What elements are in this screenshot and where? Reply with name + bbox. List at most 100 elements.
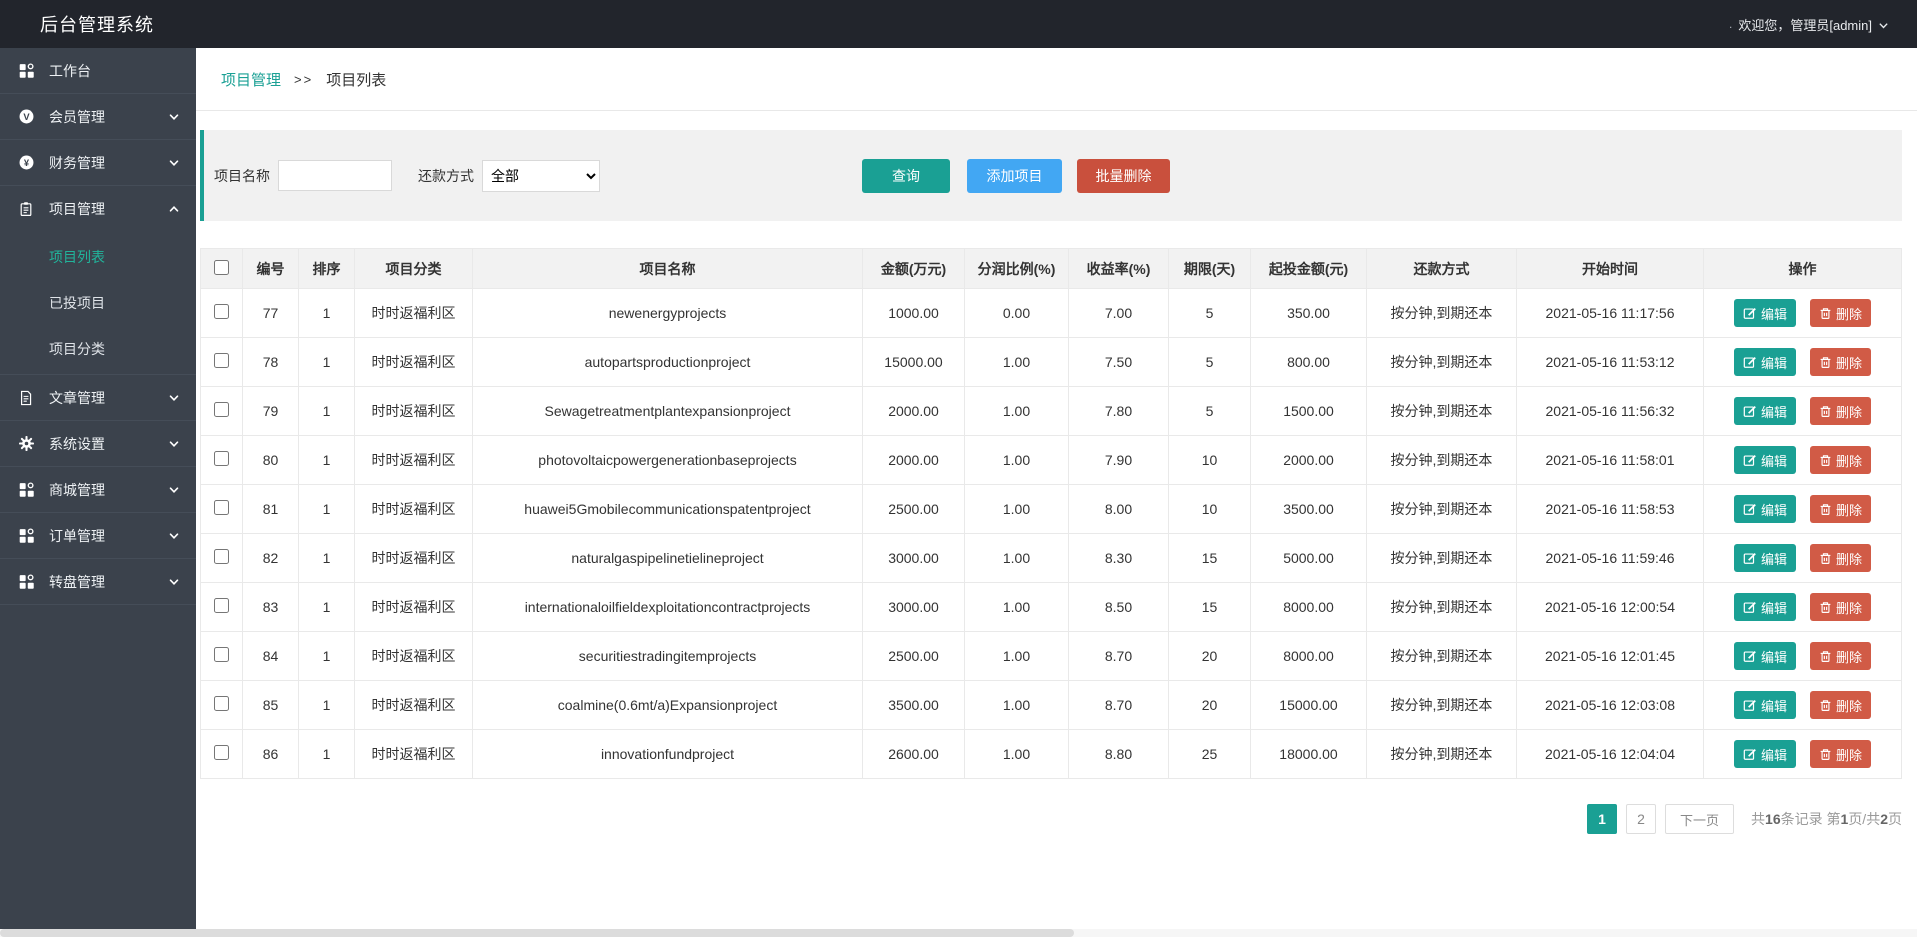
add-project-button[interactable]: 添加项目 — [967, 158, 1062, 193]
sidebar-item-articles[interactable]: 文章管理 — [0, 375, 196, 421]
cell-name: internationaloilfieldexploitationcontrac… — [472, 582, 863, 632]
trash-icon — [1820, 503, 1831, 515]
cell-category: 时时返福利区 — [354, 435, 473, 485]
delete-button-label: 删除 — [1836, 698, 1863, 714]
edit-button-label: 编辑 — [1760, 306, 1787, 322]
table-row: 83 1 时时返福利区 internationaloilfieldexploitati… — [200, 582, 1902, 632]
table-row: 85 1 时时返福利区 coalmine(0.6mt/a)Expansionproje… — [200, 680, 1902, 730]
edit-button[interactable]: 编辑 — [1733, 642, 1796, 670]
page-button-1[interactable]: 1 — [1587, 804, 1618, 834]
row-checkbox[interactable] — [214, 647, 229, 662]
cell-start_time: 2021-05-16 11:59:46 — [1516, 533, 1704, 583]
edit-button[interactable]: 编辑 — [1733, 397, 1796, 425]
edit-button[interactable]: 编辑 — [1733, 446, 1796, 474]
delete-button[interactable]: 删除 — [1810, 593, 1872, 621]
cell-ratio: 1.00 — [964, 337, 1069, 387]
chevron-down-icon — [169, 113, 179, 120]
row-checkbox[interactable] — [214, 745, 229, 760]
cell-id: 86 — [242, 729, 299, 779]
edit-pencil-icon — [1743, 700, 1756, 711]
row-checkbox[interactable] — [214, 451, 229, 466]
edit-pencil-icon — [1743, 504, 1756, 515]
cell-start_time: 2021-05-16 12:01:45 — [1516, 631, 1704, 681]
chevron-down-icon — [169, 394, 179, 401]
next-page-button[interactable]: 下一页 — [1665, 804, 1735, 834]
cell-term: 20 — [1168, 631, 1251, 681]
cell-checkbox — [200, 533, 243, 583]
cell-sort: 1 — [298, 631, 355, 681]
page-button-2[interactable]: 2 — [1626, 804, 1657, 834]
repay-method-select[interactable]: 全部 — [482, 159, 600, 192]
horizontal-scrollbar[interactable] — [0, 929, 1917, 937]
project-name-label: 项目名称 — [214, 167, 270, 184]
table-row: 77 1 时时返福利区 newenergyprojects 1000.00 0.00 7.0… — [200, 288, 1902, 338]
edit-button[interactable]: 编辑 — [1733, 495, 1796, 523]
edit-button[interactable]: 编辑 — [1733, 691, 1796, 719]
cell-rate: 8.70 — [1068, 631, 1169, 681]
sidebar-item-members[interactable]: V 会员管理 — [0, 94, 196, 140]
row-checkbox[interactable] — [214, 353, 229, 368]
sidebar-item-settings[interactable]: 系统设置 — [0, 421, 196, 467]
header-cell: 分润比例(%) — [964, 248, 1069, 289]
sidebar-item-label: 订单管理 — [49, 527, 105, 544]
cell-repay: 按分钟,到期还本 — [1366, 680, 1517, 730]
cell-category: 时时返福利区 — [354, 533, 473, 583]
filter-panel: 项目名称 还款方式 全部 查询 添加项目 批量删除 — [200, 130, 1902, 221]
sidebar-item-project-categories[interactable]: 项目分类 — [0, 326, 196, 372]
edit-button[interactable]: 编辑 — [1733, 740, 1796, 768]
projects-table-wrap: 编号 排序 项目分类 项目名称 金额(万元) 分润比例(%) 收益率(%) 期限(天) 起投金额… — [200, 248, 1902, 779]
header-cell: 项目分类 — [354, 248, 473, 289]
breadcrumb-parent[interactable]: 项目管理 — [221, 69, 281, 90]
search-button[interactable]: 查询 — [862, 158, 950, 193]
delete-button[interactable]: 删除 — [1810, 495, 1872, 523]
delete-button[interactable]: 删除 — [1810, 299, 1872, 327]
delete-button[interactable]: 删除 — [1810, 446, 1872, 474]
breadcrumb-current: 项目列表 — [326, 71, 387, 89]
edit-button[interactable]: 编辑 — [1733, 544, 1796, 572]
user-menu[interactable]: . 欢迎您，管理员[admin] — [1729, 15, 1889, 34]
cell-amount: 2000.00 — [862, 435, 965, 485]
edit-button[interactable]: 编辑 — [1733, 348, 1796, 376]
row-checkbox[interactable] — [214, 598, 229, 613]
project-name-input[interactable] — [278, 160, 392, 191]
sidebar-item-projects[interactable]: 项目管理 — [0, 186, 196, 232]
edit-button[interactable]: 编辑 — [1733, 593, 1796, 621]
cell-amount: 3000.00 — [862, 533, 965, 583]
cell-min_invest: 350.00 — [1250, 288, 1367, 338]
cell-start_time: 2021-05-16 12:04:04 — [1516, 729, 1704, 779]
row-checkbox[interactable] — [214, 304, 229, 319]
batch-delete-button[interactable]: 批量删除 — [1077, 158, 1170, 193]
delete-button[interactable]: 删除 — [1810, 348, 1872, 376]
sidebar-item-finance[interactable]: ¥ 财务管理 — [0, 140, 196, 186]
row-checkbox[interactable] — [214, 696, 229, 711]
delete-button[interactable]: 删除 — [1810, 642, 1872, 670]
sidebar-item-project-list[interactable]: 项目列表 — [0, 234, 196, 280]
select-all-checkbox[interactable] — [214, 259, 229, 275]
sidebar-item-orders[interactable]: 订单管理 — [0, 513, 196, 559]
delete-button[interactable]: 删除 — [1810, 740, 1872, 768]
cell-amount: 3500.00 — [862, 680, 965, 730]
sidebar-item-mall[interactable]: 商城管理 — [0, 467, 196, 513]
cell-amount: 1000.00 — [862, 288, 965, 338]
chevron-down-icon — [169, 578, 179, 585]
delete-button[interactable]: 删除 — [1810, 691, 1872, 719]
svg-text:¥: ¥ — [24, 158, 30, 168]
sidebar-item-wheel[interactable]: 转盘管理 — [0, 559, 196, 605]
yuan-circle-icon: ¥ — [18, 154, 40, 171]
scrollbar-thumb[interactable] — [0, 929, 1074, 937]
sidebar-item-workbench[interactable]: 工作台 — [0, 48, 196, 94]
row-checkbox[interactable] — [214, 402, 229, 417]
cell-name: coalmine(0.6mt/a)Expansionproject — [472, 680, 863, 730]
edit-button[interactable]: 编辑 — [1733, 299, 1796, 327]
sidebar-item-invested-projects[interactable]: 已投项目 — [0, 280, 196, 326]
sidebar: 工作台 V 会员管理 ¥ 财务管理 项目管理 项目列表 已投项目 项目分类 文章… — [0, 48, 196, 929]
delete-button[interactable]: 删除 — [1810, 397, 1872, 425]
table-row: 80 1 时时返福利区 photovoltaicpowergenerationbase… — [200, 435, 1902, 485]
row-checkbox[interactable] — [214, 500, 229, 515]
table-header-row: 编号 排序 项目分类 项目名称 金额(万元) 分润比例(%) 收益率(%) 期限(天) 起投金额… — [200, 248, 1902, 289]
cell-name: autopartsproductionproject — [472, 337, 863, 387]
cell-id: 78 — [242, 337, 299, 387]
cell-repay: 按分钟,到期还本 — [1366, 484, 1517, 534]
delete-button[interactable]: 删除 — [1810, 544, 1872, 572]
row-checkbox[interactable] — [214, 549, 229, 564]
